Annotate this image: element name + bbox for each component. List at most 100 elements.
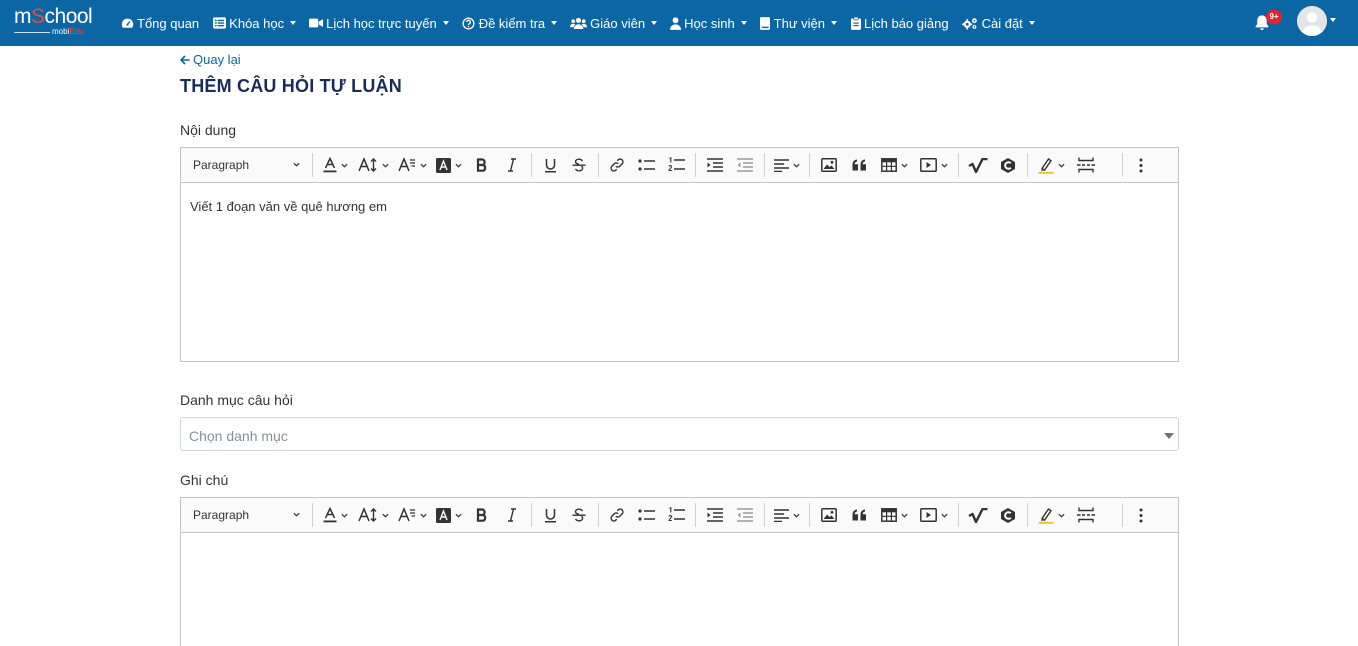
link-button[interactable] — [603, 151, 631, 179]
italic-button[interactable] — [497, 151, 527, 179]
block-quote-button[interactable] — [844, 151, 874, 179]
toolbar-separator — [598, 503, 599, 527]
italic-icon — [508, 158, 516, 172]
background-color-button[interactable] — [431, 151, 467, 179]
alignment-button[interactable] — [769, 151, 805, 179]
font-color-button[interactable] — [317, 501, 353, 529]
font-size-button[interactable] — [353, 501, 393, 529]
highlight-button[interactable] — [1032, 151, 1070, 179]
link-button[interactable] — [603, 501, 631, 529]
nav-item-thu-vien[interactable]: Thư viện — [760, 0, 838, 46]
highlight-button[interactable] — [1032, 501, 1070, 529]
chemistry-formula-button[interactable] — [993, 151, 1023, 179]
category-select[interactable]: Chọn danh mục — [180, 417, 1179, 451]
insert-media-button[interactable] — [914, 151, 954, 179]
nav-item-khoa-hoc[interactable]: Khóa học — [212, 0, 297, 46]
nav-item-cai-dat[interactable]: Cài đặt — [962, 0, 1035, 46]
indent-button[interactable] — [700, 501, 730, 529]
chemistry-formula-button[interactable] — [993, 501, 1023, 529]
numbered-list-button[interactable] — [661, 151, 691, 179]
mschool-logo[interactable]: mSchool mobiEdu — [14, 6, 102, 38]
nav-item-lich-hoc-truc-tuyen[interactable]: Lịch học trực tuyến — [309, 0, 449, 46]
bulleted-list-button[interactable] — [631, 501, 661, 529]
font-size-icon — [357, 157, 376, 172]
nav-item-de-kiem-tra[interactable]: Đề kiểm tra — [462, 0, 558, 46]
underline-button[interactable] — [536, 501, 564, 529]
font-family-button[interactable] — [393, 501, 431, 529]
nav-item-label: Khóa học — [229, 15, 285, 31]
chevron-down-icon — [293, 162, 300, 167]
bold-button[interactable] — [467, 501, 497, 529]
font-family-icon — [397, 507, 415, 522]
category-field-label: Danh mục câu hỏi — [180, 392, 293, 408]
background-color-button[interactable] — [431, 501, 467, 529]
align-left-icon — [774, 508, 789, 522]
chevron-down-icon — [941, 163, 948, 168]
toolbar-separator — [531, 153, 532, 177]
insert-table-button[interactable] — [874, 501, 914, 529]
toolbar-separator — [1027, 503, 1028, 527]
page-break-button[interactable] — [1070, 501, 1102, 529]
nav-item-giao-vien[interactable]: Giáo viên — [570, 0, 658, 46]
strikethrough-button[interactable] — [564, 501, 594, 529]
insert-image-button[interactable] — [814, 501, 844, 529]
nav-item-label: Lịch báo giảng — [864, 15, 949, 31]
logo-brand: mSchool — [14, 5, 93, 28]
math-formula-button[interactable] — [963, 501, 993, 529]
toolbar-separator — [312, 503, 313, 527]
background-color-icon — [436, 157, 451, 173]
user-avatar[interactable] — [1297, 6, 1327, 36]
font-size-button[interactable] — [353, 151, 393, 179]
math-formula-button[interactable] — [963, 151, 993, 179]
media-icon — [920, 158, 937, 172]
chevron-down-icon — [340, 513, 348, 518]
chevron-down-icon — [793, 513, 800, 518]
back-link[interactable]: Quay lại — [180, 52, 241, 67]
chevron-down-icon — [793, 163, 800, 168]
chevron-down-icon — [1028, 21, 1035, 25]
block-quote-button[interactable] — [844, 501, 874, 529]
underline-button[interactable] — [536, 151, 564, 179]
insert-table-button[interactable] — [874, 151, 914, 179]
nav-item-tong-quan[interactable]: Tổng quan — [120, 0, 199, 46]
insert-media-button[interactable] — [914, 501, 954, 529]
font-size-icon — [357, 507, 376, 522]
main-menu: Tổng quan Khóa học Lịch học trực tuyến Đ… — [120, 0, 1048, 46]
dropdown-arrow-icon — [1164, 433, 1174, 439]
page-break-icon — [1077, 507, 1095, 523]
toolbar-separator — [764, 503, 765, 527]
note-field-label: Ghi chú — [180, 472, 229, 488]
chevron-down-icon — [293, 512, 300, 517]
alignment-button[interactable] — [769, 501, 805, 529]
note-editor-area[interactable] — [181, 533, 1178, 565]
outdent-icon — [737, 158, 753, 172]
book-icon — [760, 16, 771, 30]
underline-icon — [544, 508, 556, 522]
outdent-button[interactable] — [730, 151, 760, 179]
math-formula-icon — [968, 157, 988, 173]
bold-button[interactable] — [467, 151, 497, 179]
indent-button[interactable] — [700, 151, 730, 179]
strikethrough-button[interactable] — [564, 151, 594, 179]
more-options-button[interactable] — [1127, 151, 1155, 179]
heading-select[interactable]: Paragraph — [185, 501, 308, 529]
content-editor-toolbar: Paragraph — [181, 148, 1178, 183]
nav-item-hoc-sinh[interactable]: Học sinh — [670, 0, 747, 46]
heading-select[interactable]: Paragraph — [185, 151, 308, 179]
italic-button[interactable] — [497, 501, 527, 529]
font-color-button[interactable] — [317, 151, 353, 179]
strikethrough-icon — [572, 508, 586, 522]
page-break-button[interactable] — [1070, 151, 1102, 179]
nav-item-lich-bao-giang[interactable]: Lịch báo giảng — [850, 0, 949, 46]
numbered-list-button[interactable] — [661, 501, 691, 529]
font-family-button[interactable] — [393, 151, 431, 179]
insert-image-button[interactable] — [814, 151, 844, 179]
bulleted-list-button[interactable] — [631, 151, 661, 179]
table-icon — [880, 158, 897, 172]
avatar-chevron-down-icon[interactable] — [1330, 18, 1336, 22]
outdent-button[interactable] — [730, 501, 760, 529]
toolbar-separator — [809, 153, 810, 177]
question-circle-icon — [462, 16, 476, 30]
content-editor-area[interactable]: Viết 1 đoạn văn về quê hương em — [181, 183, 1178, 230]
more-options-button[interactable] — [1127, 501, 1155, 529]
